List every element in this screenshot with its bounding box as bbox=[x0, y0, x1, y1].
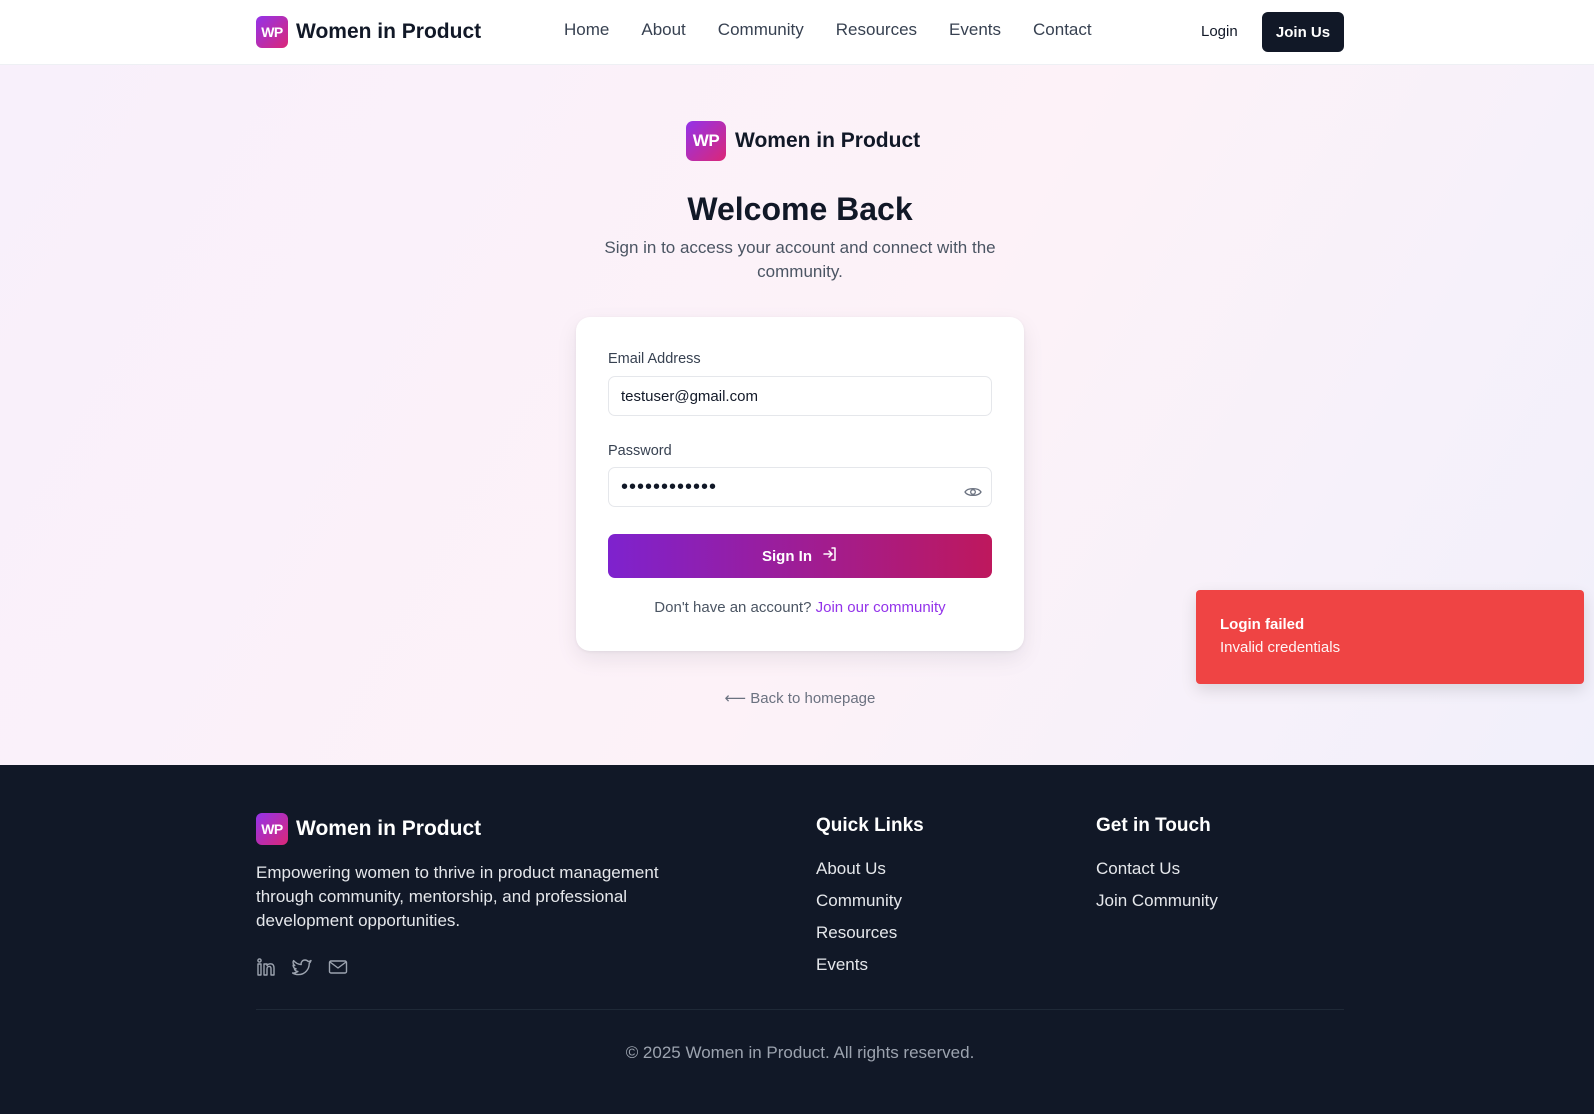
nav-resources[interactable]: Resources bbox=[836, 20, 917, 40]
login-link[interactable]: Login bbox=[1201, 23, 1238, 40]
footer-link-events[interactable]: Events bbox=[816, 955, 868, 974]
toast-message: Invalid credentials bbox=[1220, 639, 1341, 656]
contact-links-list: Contact Us Join Community bbox=[1096, 859, 1218, 923]
password-field[interactable] bbox=[608, 467, 992, 507]
list-item: Community bbox=[816, 891, 902, 923]
footer-brand: WP Women in Product bbox=[256, 813, 481, 845]
toast-title: Login failed bbox=[1220, 616, 1305, 633]
footer-link-about-us[interactable]: About Us bbox=[816, 859, 886, 878]
footer-divider bbox=[256, 1009, 1344, 1010]
nav-about[interactable]: About bbox=[641, 20, 685, 40]
join-us-button[interactable]: Join Us bbox=[1262, 12, 1344, 52]
login-brand: WP Women in Product bbox=[686, 121, 920, 161]
brand-logo: WP bbox=[256, 16, 288, 48]
eye-icon[interactable] bbox=[964, 485, 982, 497]
email-field[interactable] bbox=[608, 376, 992, 416]
list-item: Join Community bbox=[1096, 891, 1218, 923]
back-to-homepage-link[interactable]: ⟵ Back to homepage bbox=[725, 690, 876, 707]
footer-link-contact-us[interactable]: Contact Us bbox=[1096, 859, 1180, 878]
email-label: Email Address bbox=[608, 351, 701, 367]
copyright: © 2025 Women in Product. All rights rese… bbox=[625, 1043, 975, 1062]
list-item: Contact Us bbox=[1096, 859, 1218, 891]
footer-link-resources[interactable]: Resources bbox=[816, 923, 897, 942]
get-in-touch-title: Get in Touch bbox=[1096, 815, 1211, 836]
social-links bbox=[256, 957, 348, 977]
back-to-home: ⟵ Back to homepage bbox=[0, 689, 1594, 707]
signup-prompt-text: Don't have an account? bbox=[654, 599, 812, 616]
list-item: Events bbox=[816, 955, 902, 987]
page-title: Welcome Back bbox=[687, 191, 913, 227]
join-community-link[interactable]: Join our community bbox=[816, 599, 946, 616]
brand-logo: WP bbox=[256, 813, 288, 845]
footer-description: Empowering women to thrive in product ma… bbox=[256, 863, 659, 930]
list-item: About Us bbox=[816, 859, 902, 891]
brand-name: Women in Product bbox=[296, 817, 482, 840]
site-header: WP Women in Product Home About Community… bbox=[0, 0, 1594, 65]
quick-links-list: About Us Community Resources Events bbox=[816, 859, 902, 987]
signup-prompt: Don't have an account? Join our communit… bbox=[576, 599, 1024, 616]
quick-links-title: Quick Links bbox=[816, 815, 924, 836]
login-form-card: Email Address Password Sign In Don't hav… bbox=[576, 317, 1024, 651]
site-footer: WP Women in Product Empowering women to … bbox=[0, 765, 1594, 1114]
nav-events[interactable]: Events bbox=[949, 20, 1001, 40]
main-nav: Home About Community Resources Events Co… bbox=[564, 20, 1092, 40]
brand-name: Women in Product bbox=[296, 20, 482, 43]
header-brand[interactable]: WP Women in Product bbox=[256, 16, 481, 48]
linkedin-icon[interactable] bbox=[256, 957, 276, 977]
twitter-icon[interactable] bbox=[291, 957, 312, 977]
password-label: Password bbox=[608, 443, 672, 459]
error-toast[interactable]: Login failed Invalid credentials bbox=[1196, 590, 1584, 684]
sign-in-label: Sign In bbox=[762, 547, 812, 565]
nav-community[interactable]: Community bbox=[718, 20, 804, 40]
page-subtitle: Sign in to access your account and conne… bbox=[604, 238, 996, 281]
footer-link-join-community[interactable]: Join Community bbox=[1096, 891, 1218, 910]
sign-in-arrow-icon bbox=[822, 546, 838, 566]
nav-home[interactable]: Home bbox=[564, 20, 609, 40]
nav-contact[interactable]: Contact bbox=[1033, 20, 1092, 40]
footer-link-community[interactable]: Community bbox=[816, 891, 902, 910]
brand-name: Women in Product bbox=[735, 129, 921, 152]
list-item: Resources bbox=[816, 923, 902, 955]
sign-in-button[interactable]: Sign In bbox=[608, 534, 992, 578]
mail-icon[interactable] bbox=[328, 957, 348, 977]
brand-logo: WP bbox=[686, 121, 726, 161]
